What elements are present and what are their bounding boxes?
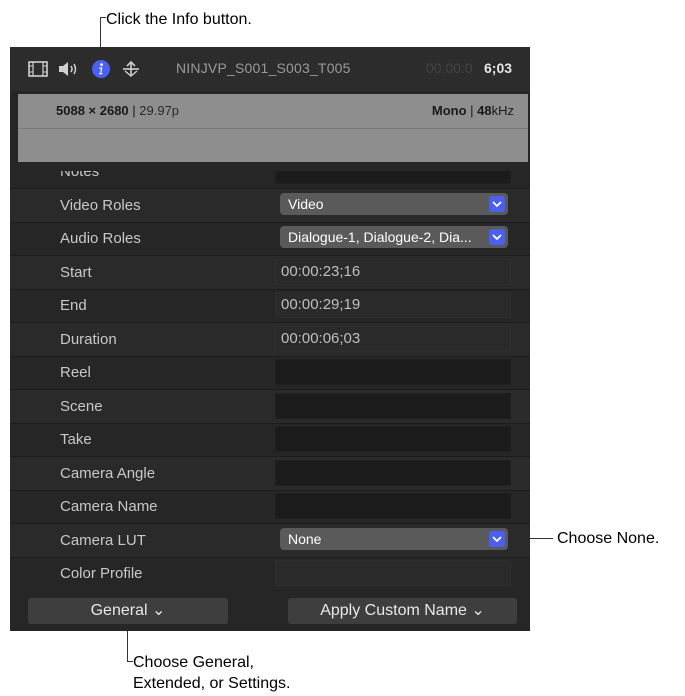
metadata-label: Audio Roles (60, 230, 141, 247)
apply-custom-name-button[interactable]: Apply Custom Name ⌄ (288, 598, 517, 624)
inspector-bottom-bar: General ⌄ Apply Custom Name ⌄ (10, 593, 530, 631)
film-icon[interactable] (27, 58, 49, 80)
callout-general-line-h (127, 661, 133, 662)
timecode-dim: 00:00:0 (426, 60, 473, 76)
callout-info-text: Click the Info button. (106, 11, 252, 28)
camera-angle-field[interactable] (275, 459, 511, 486)
metadata-label: Take (60, 431, 92, 448)
metadata-label: Start (60, 263, 92, 281)
resolution: 5088 × 2680 (56, 103, 129, 118)
reel-field[interactable] (275, 359, 511, 385)
metadata-row-duration: Duration 00:00:06;03 (10, 322, 530, 357)
color-profile-value-box (275, 560, 511, 586)
camera-lut-selected-value: None (288, 530, 322, 547)
duration-value: 00:00:06;03 (281, 329, 361, 347)
metadata-row-end: End 00:00:29;19 (10, 289, 530, 323)
metadata-row-camera-lut: Camera LUT None (10, 523, 530, 558)
clip-summary: 5088 × 2680 | 29.97p Mono | 48kHz (18, 94, 528, 162)
inspector-panel: NINJVP_S001_S003_T005 00:00:0 6;03 5088 … (10, 47, 530, 631)
metadata-label: Notes (60, 171, 100, 180)
metadata-row-notes: Notes (10, 171, 530, 189)
video-roles-selected-value: Video (288, 195, 324, 212)
chevron-down-icon[interactable] (489, 229, 505, 245)
notes-field[interactable] (275, 171, 511, 184)
take-field[interactable] (275, 426, 511, 452)
metadata-row-reel: Reel (10, 356, 530, 390)
scene-field[interactable] (275, 392, 511, 419)
metadata-row-scene: Scene (10, 389, 530, 424)
audio-roles-dropdown[interactable]: Dialogue-1, Dialogue-2, Dia... (280, 226, 508, 248)
metadata-row-camera-name: Camera Name (10, 490, 530, 524)
metadata-row-start: Start 00:00:23;16 (10, 255, 530, 290)
metadata-label: Scene (60, 397, 103, 415)
sample-rate-unit: kHz (491, 103, 514, 118)
metadata-label: End (60, 297, 87, 314)
general-view-button[interactable]: General ⌄ (28, 598, 228, 624)
end-value: 00:00:29;19 (281, 296, 361, 313)
audio-roles-selected-value: Dialogue-1, Dialogue-2, Dia... (288, 229, 472, 245)
metadata-row-video-roles: Video Roles Video (10, 188, 530, 223)
camera-lut-dropdown[interactable]: None (280, 527, 508, 550)
speaker-icon[interactable] (56, 58, 82, 80)
info-icon[interactable] (90, 58, 112, 80)
chevron-down-icon[interactable] (489, 530, 505, 547)
callout-info-line-v (100, 17, 101, 50)
metadata-row-take: Take (10, 423, 530, 457)
chevron-down-icon[interactable] (489, 195, 505, 212)
clip-name: NINJVP_S001_S003_T005 (176, 60, 351, 76)
metadata-row-color-profile: Color Profile (10, 557, 530, 589)
callout-general-text-2: Extended, or Settings. (133, 675, 291, 692)
metadata-label: Camera Name (60, 498, 158, 515)
video-format-summary: 5088 × 2680 | 29.97p (56, 103, 180, 118)
metadata-label: Camera Angle (60, 464, 156, 482)
metadata-list[interactable]: Notes Video Roles Video Audio Roles Dialogue… (10, 171, 530, 589)
callout-general-text-1: Choose General, (133, 654, 254, 671)
metadata-label: Color Profile (60, 565, 143, 582)
frame-rate: 29.97p (139, 103, 180, 118)
audio-channels: Mono (431, 103, 467, 118)
start-value: 00:00:23;16 (281, 262, 361, 280)
share-icon[interactable] (120, 58, 142, 80)
metadata-label: Video Roles (60, 196, 141, 214)
timecode-bright: 6;03 (484, 60, 513, 76)
audio-format-summary: Mono | 48kHz (431, 103, 514, 118)
metadata-row-audio-roles: Audio Roles Dialogue-1, Dialogue-2, Dia..… (10, 222, 530, 256)
inspector-toolbar: NINJVP_S001_S003_T005 00:00:0 6;03 (10, 47, 530, 91)
metadata-label: Duration (60, 330, 117, 348)
sample-rate-value: 48 (477, 103, 492, 118)
metadata-label: Reel (60, 364, 91, 381)
callout-none-text: Choose None. (557, 530, 660, 547)
video-roles-dropdown[interactable]: Video (280, 192, 508, 215)
summary-divider (18, 128, 528, 129)
metadata-label: Camera LUT (60, 531, 146, 549)
camera-name-field[interactable] (275, 493, 511, 519)
metadata-row-camera-angle: Camera Angle (10, 456, 530, 491)
